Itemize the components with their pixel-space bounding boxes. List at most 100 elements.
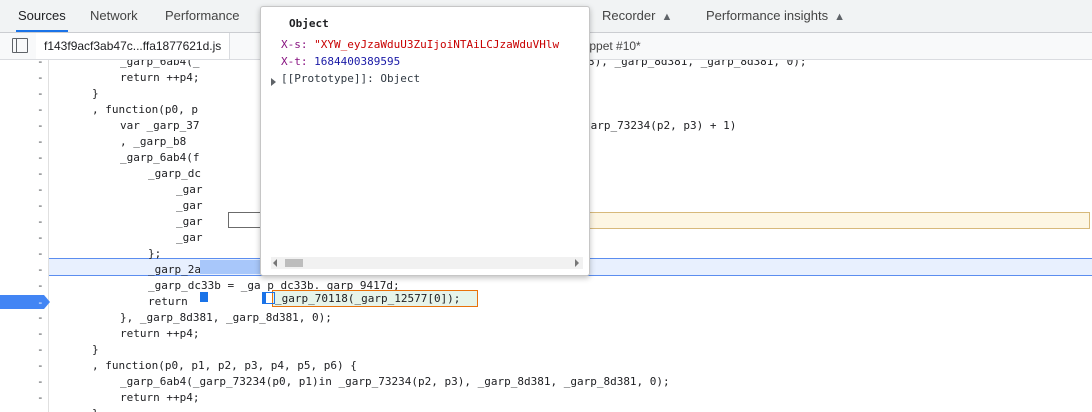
popover-row-xt[interactable]: X-t: 1684400389595 bbox=[281, 54, 400, 70]
property-value: Object bbox=[380, 72, 421, 85]
gutter-line[interactable]: - bbox=[0, 246, 48, 262]
gutter-line[interactable]: - bbox=[0, 70, 48, 86]
property-key: X-t: bbox=[281, 55, 308, 68]
gutter-line[interactable]: - bbox=[0, 230, 48, 246]
code-line: _gar bbox=[176, 231, 203, 244]
gutter-line[interactable]: - bbox=[0, 374, 48, 390]
inline-arguments-preview bbox=[582, 212, 1090, 229]
gutter-mark: - bbox=[37, 406, 44, 412]
gutter-mark: - bbox=[37, 183, 44, 196]
gutter-mark: - bbox=[37, 391, 44, 404]
code-line: _garp_6ab4(f bbox=[120, 151, 200, 164]
code-line: , function(p0, p bbox=[92, 103, 198, 116]
gutter-line[interactable]: - bbox=[0, 278, 48, 294]
gutter-mark: - bbox=[37, 343, 44, 356]
code-line: _gar bbox=[176, 215, 203, 228]
gutter-mark: - bbox=[37, 296, 44, 309]
popover-title: Object bbox=[289, 17, 329, 30]
code-fragment: 3), _garp_8d381, _garp_8d381, 0); bbox=[588, 60, 807, 68]
return-expression[interactable]: _garp_70118(_garp_12577[0]); bbox=[272, 290, 478, 307]
gutter-mark: - bbox=[37, 231, 44, 244]
code-line: return ++p4; bbox=[120, 327, 200, 340]
property-value: 1684400389595 bbox=[314, 55, 401, 68]
gutter-mark: - bbox=[37, 135, 44, 148]
code-line: }; bbox=[148, 247, 162, 260]
gutter-line[interactable]: - bbox=[0, 214, 48, 230]
gutter-mark: - bbox=[37, 375, 44, 388]
code-line: , _garp_b8 bbox=[120, 135, 187, 148]
gutter-mark: - bbox=[37, 327, 44, 340]
breakpoint-line-marker[interactable]: - bbox=[0, 294, 50, 310]
popover-row-prototype[interactable]: [[Prototype]]: Object bbox=[281, 71, 420, 87]
gutter-line[interactable]: - bbox=[0, 134, 48, 150]
code-line: _garp_6ab4(_garp_73234(p0, p1)in _garp_7… bbox=[120, 375, 670, 388]
gutter-line[interactable]: - bbox=[0, 86, 48, 102]
navigator-toggle-icon[interactable] bbox=[12, 38, 28, 53]
tab-recorder-label: Recorder bbox=[602, 8, 656, 23]
gutter-mark: - bbox=[37, 279, 44, 292]
gutter-mark: - bbox=[37, 247, 44, 260]
scroll-right-icon[interactable] bbox=[575, 259, 579, 267]
tab-performance[interactable]: Performance bbox=[163, 0, 241, 32]
gutter-mark: - bbox=[37, 199, 44, 212]
gutter-line[interactable]: - bbox=[0, 262, 48, 278]
gutter-line[interactable]: - bbox=[0, 182, 48, 198]
code-line: _gar bbox=[176, 199, 203, 212]
scroll-left-icon[interactable] bbox=[273, 259, 277, 267]
flask-icon: ▲ bbox=[834, 11, 846, 23]
execution-marker-icon bbox=[200, 292, 208, 302]
breakpoint-icon[interactable]: - bbox=[0, 295, 50, 309]
expand-triangle-icon[interactable] bbox=[271, 78, 276, 86]
code-line: } bbox=[92, 343, 99, 356]
gutter-line[interactable]: - bbox=[0, 198, 48, 214]
gutter-mark: - bbox=[37, 167, 44, 180]
tab-network[interactable]: Network bbox=[88, 0, 140, 32]
gutter-line[interactable]: - bbox=[0, 150, 48, 166]
gutter-line[interactable]: - bbox=[0, 310, 48, 326]
inline-value-box bbox=[228, 212, 264, 228]
property-value: "XYW_eyJzaWduU3ZuIjoiNTAiLCJzaWduVHlw bbox=[314, 38, 560, 51]
gutter-line[interactable]: - bbox=[0, 390, 48, 406]
code-line: } bbox=[92, 406, 99, 412]
file-tab[interactable]: f143f9acf3ab47c...ffa1877621d.js bbox=[36, 33, 231, 59]
tab-sources[interactable]: Sources bbox=[16, 0, 68, 32]
code-fragment: garp_73234(p2, p3) + 1) bbox=[584, 119, 737, 132]
code-line: _gar bbox=[176, 183, 203, 196]
code-line: _garp_2a bbox=[148, 263, 201, 276]
code-line: var _garp_37 bbox=[120, 119, 200, 132]
gutter-line[interactable]: - bbox=[0, 358, 48, 374]
gutter-mark: - bbox=[37, 359, 44, 372]
gutter-mark: - bbox=[37, 119, 44, 132]
code-line: } bbox=[92, 87, 99, 100]
property-key: X-s: bbox=[281, 38, 308, 51]
code-line: _garp_6ab4(_ bbox=[120, 60, 200, 68]
gutter-line[interactable]: - bbox=[0, 342, 48, 358]
code-line: , function(p0, p1, p2, p3, p4, p5, p6) { bbox=[92, 359, 357, 372]
gutter-line[interactable]: - bbox=[0, 102, 48, 118]
gutter-line[interactable]: - bbox=[0, 406, 48, 412]
popover-row-xs[interactable]: X-s: "XYW_eyJzaWduU3ZuIjoiNTAiLCJzaWduVH… bbox=[281, 37, 559, 53]
gutter-mark: - bbox=[37, 311, 44, 324]
code-line: return bbox=[148, 295, 195, 308]
flask-icon: ▲ bbox=[661, 11, 673, 23]
object-popover[interactable]: Object X-s: "XYW_eyJzaWduU3ZuIjoiNTAiLCJ… bbox=[260, 6, 590, 276]
horizontal-scrollbar[interactable] bbox=[271, 257, 583, 269]
selection-highlight bbox=[200, 260, 262, 274]
tab-performance-insights-label: Performance insights bbox=[706, 8, 829, 23]
gutter-line[interactable]: - bbox=[0, 118, 48, 134]
gutter-mark: - bbox=[37, 103, 44, 116]
gutter-mark: - bbox=[37, 60, 44, 68]
continue-marker-icon bbox=[262, 292, 275, 304]
tab-recorder[interactable]: Recorder ▲ bbox=[600, 0, 674, 32]
scroll-thumb[interactable] bbox=[285, 259, 303, 267]
tab-performance-insights[interactable]: Performance insights ▲ bbox=[704, 0, 847, 32]
code-line: return ++p4; bbox=[120, 391, 200, 404]
property-key: [[Prototype]]: bbox=[281, 72, 374, 85]
code-line: }, _garp_8d381, _garp_8d381, 0); bbox=[120, 311, 332, 324]
gutter-line[interactable]: - bbox=[0, 166, 48, 182]
gutter-line[interactable]: - bbox=[0, 60, 48, 70]
code-line: return ++p4; bbox=[120, 71, 200, 84]
code-line: _garp_dc bbox=[148, 167, 201, 180]
gutter-mark: - bbox=[37, 263, 44, 276]
gutter-line[interactable]: - bbox=[0, 326, 48, 342]
